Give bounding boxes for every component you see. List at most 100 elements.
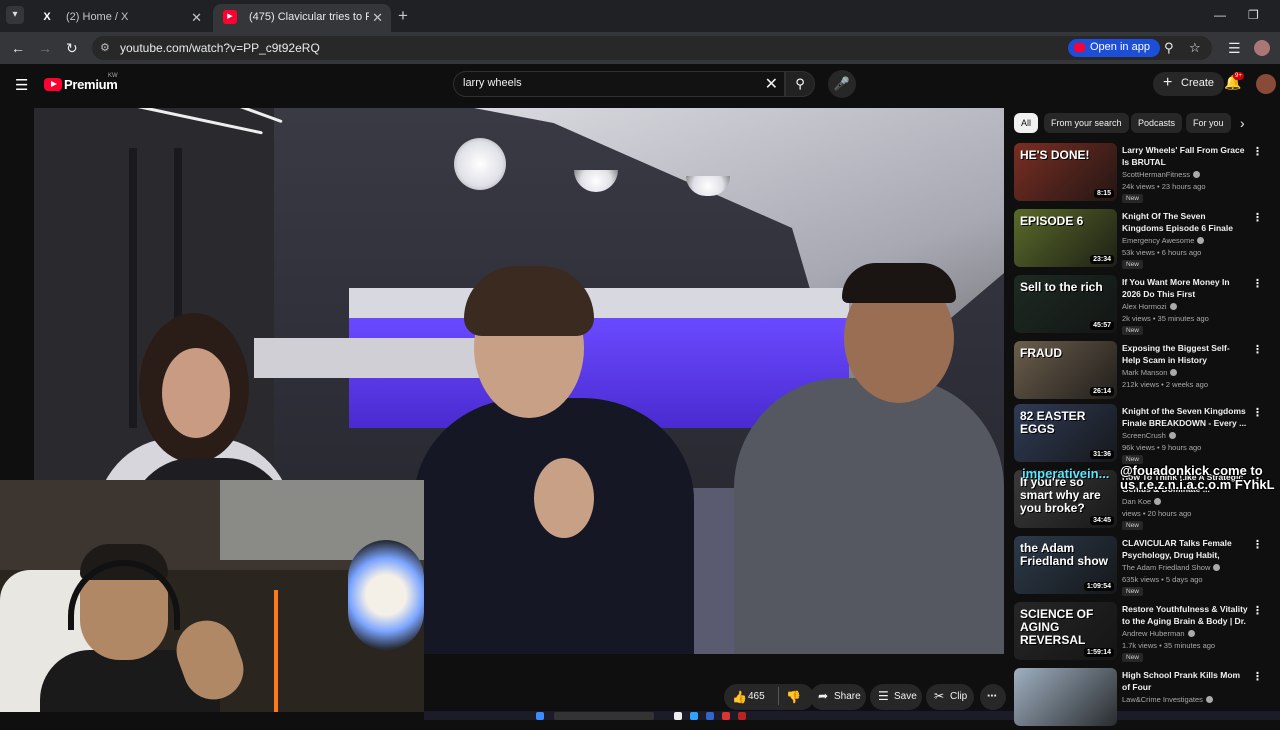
close-icon[interactable]: ✕	[191, 10, 202, 26]
channel-name[interactable]: Emergency Awesome	[1122, 236, 1205, 245]
recommendation-item[interactable]: High School Prank Kills Mom of Four Law&C…	[1014, 668, 1268, 730]
recommendation-item[interactable]: HE'S DONE! 8:15 Larry Wheels' Fall From Gr…	[1014, 143, 1268, 205]
video-thumbnail[interactable]: HE'S DONE! 8:15	[1014, 143, 1117, 201]
more-options-icon[interactable]: ⋮	[1252, 211, 1263, 224]
profile-avatar[interactable]	[1254, 40, 1270, 56]
tab-search-button[interactable]: ▾	[6, 6, 24, 24]
chip-all[interactable]: All	[1014, 113, 1039, 133]
thumbs-down-icon[interactable]: 👎	[786, 690, 801, 704]
video-thumbnail[interactable]: Sell to the rich 45:57	[1014, 275, 1117, 333]
verified-icon	[1154, 498, 1162, 505]
taskbar-search[interactable]	[554, 712, 654, 720]
channel-name[interactable]: Alex Hormozi	[1122, 302, 1177, 311]
video-title[interactable]: Knight Of The Seven Kingdoms Episode 6 F…	[1122, 210, 1248, 234]
channel-name[interactable]: ScreenCrush	[1122, 431, 1176, 440]
video-title[interactable]: CLAVICULAR Talks Female Psychology, Drug…	[1122, 537, 1248, 561]
video-meta: views • 20 hours ago	[1122, 509, 1192, 518]
taskbar-app-icon[interactable]	[674, 712, 682, 720]
video-duration: 31:36	[1090, 450, 1114, 459]
taskbar-app-icon[interactable]	[722, 712, 730, 720]
recommendation-item[interactable]: EPISODE 6 23:34 Knight Of The Seven Kingdo…	[1014, 209, 1268, 271]
channel-name[interactable]: Dan Koe	[1122, 497, 1162, 506]
chip-podcasts[interactable]: Podcasts	[1131, 113, 1183, 133]
reload-icon[interactable]: ↻	[66, 40, 78, 57]
video-thumbnail[interactable]: EPISODE 6 23:34	[1014, 209, 1117, 267]
search-icon: ⚲	[795, 76, 805, 91]
video-person-face	[162, 348, 230, 438]
clip-button[interactable]: ✂ Clip	[926, 684, 974, 710]
video-title[interactable]: Exposing the Biggest Self-Help Scam in H…	[1122, 342, 1248, 366]
new-tab-button[interactable]: +	[398, 6, 408, 26]
search-input[interactable]	[463, 77, 753, 89]
video-person-hair	[842, 263, 956, 303]
video-thumbnail[interactable]	[1014, 668, 1117, 726]
channel-name[interactable]: Andrew Huberman	[1122, 629, 1195, 638]
youtube-brand[interactable]: Premium	[64, 77, 118, 92]
thumbs-up-icon[interactable]: 👍	[732, 690, 747, 704]
video-title[interactable]: Knight of the Seven Kingdoms Finale BREA…	[1122, 405, 1248, 429]
taskbar-app-icon[interactable]	[706, 712, 714, 720]
video-title[interactable]: Larry Wheels' Fall From Grace Is BRUTAL	[1122, 144, 1248, 168]
channel-name[interactable]: Law&Crime Investigates	[1122, 695, 1213, 704]
voice-search-button[interactable]: 🎤	[828, 70, 856, 98]
minimize-button[interactable]: —	[1214, 8, 1226, 22]
media-controls-icon[interactable]: ☰	[1228, 40, 1241, 57]
recommendation-item[interactable]: SCIENCE OF AGING REVERSAL 1:59:14 Restore …	[1014, 602, 1268, 664]
bookmark-star-icon[interactable]: ☆	[1189, 40, 1201, 56]
tab-youtube-video[interactable]: ▶ (475) Clavicular tries to RED PILL ✕	[213, 4, 391, 32]
video-title[interactable]: High School Prank Kills Mom of Four	[1122, 669, 1248, 693]
video-meta: 1.7k views • 35 minutes ago	[1122, 641, 1216, 650]
site-info-icon[interactable]: ⚙	[100, 41, 110, 54]
chip-from-your-search[interactable]: From your search	[1044, 113, 1129, 133]
chat-overlay-message: @fouadonkick come to us r.e.z.n.i.a.c.o.…	[1120, 463, 1275, 492]
video-title[interactable]: If You Want More Money In 2026 Do This F…	[1122, 276, 1248, 300]
url-field[interactable]: ⚙ youtube.com/watch?v=PP_c9t92eRQ Open i…	[92, 36, 1212, 60]
taskbar-app-icon[interactable]	[738, 712, 746, 720]
more-options-icon[interactable]: ⋮	[1252, 277, 1263, 290]
more-options-icon[interactable]: ⋮	[1252, 670, 1263, 683]
zoom-icon[interactable]: ⚲	[1164, 40, 1174, 56]
search-box[interactable]: ✕	[453, 71, 785, 97]
channel-name[interactable]: The Adam Friedland Show	[1122, 563, 1221, 572]
verified-icon	[1213, 564, 1221, 571]
windows-start-icon[interactable]	[536, 712, 544, 720]
recommendation-item[interactable]: Sell to the rich 45:57 If You Want More Mo…	[1014, 275, 1268, 337]
forward-icon[interactable]: →	[38, 40, 52, 56]
channel-name[interactable]: Mark Manson	[1122, 368, 1178, 377]
more-actions-button[interactable]: ⋯	[980, 684, 1006, 710]
more-options-icon[interactable]: ⋮	[1252, 538, 1263, 551]
search-button[interactable]: ⚲	[785, 71, 815, 97]
chip-for-you[interactable]: For you	[1186, 113, 1231, 133]
url-text[interactable]: youtube.com/watch?v=PP_c9t92eRQ	[120, 41, 320, 55]
clear-search-icon[interactable]: ✕	[765, 74, 778, 94]
like-count[interactable]: 465	[748, 691, 765, 702]
recommendation-item[interactable]: 82 EASTER EGGS 31:36 Knight of the Seven K…	[1014, 404, 1268, 466]
video-title[interactable]: Restore Youthfulness & Vitality to the A…	[1122, 603, 1248, 627]
more-options-icon[interactable]: ⋮	[1252, 406, 1263, 419]
recommendation-item[interactable]: the Adam Friedland show 1:09:54 CLAVICULAR…	[1014, 536, 1268, 598]
account-avatar[interactable]	[1256, 74, 1276, 94]
create-button[interactable]: + Create	[1153, 72, 1225, 96]
more-options-icon[interactable]: ⋮	[1252, 343, 1263, 356]
tab-x-home[interactable]: X (2) Home / X ✕	[30, 4, 210, 32]
open-in-app-button[interactable]: Open in app	[1068, 39, 1160, 57]
video-meta: 24k views • 23 hours ago	[1122, 182, 1206, 191]
video-thumbnail[interactable]: the Adam Friedland show 1:09:54	[1014, 536, 1117, 594]
chevron-right-icon[interactable]: ›	[1240, 115, 1245, 131]
taskbar-app-icon[interactable]	[690, 712, 698, 720]
video-thumbnail[interactable]: SCIENCE OF AGING REVERSAL 1:59:14	[1014, 602, 1117, 660]
share-button[interactable]: ➦ Share	[810, 684, 866, 710]
video-thumbnail[interactable]: FRAUD 26:14	[1014, 341, 1117, 399]
video-thumbnail[interactable]: 82 EASTER EGGS 31:36	[1014, 404, 1117, 462]
channel-name[interactable]: ScottHermanFitness	[1122, 170, 1200, 179]
more-options-icon[interactable]: ⋮	[1252, 145, 1263, 158]
menu-icon[interactable]: ☰	[15, 76, 28, 94]
recommendation-item[interactable]: FRAUD 26:14 Exposing the Biggest Self-Help…	[1014, 341, 1268, 403]
more-options-icon[interactable]: ⋮	[1252, 604, 1263, 617]
restore-button[interactable]: ❐	[1248, 8, 1259, 22]
channel-name-text: Law&Crime Investigates	[1122, 695, 1203, 704]
youtube-logo-icon[interactable]	[44, 78, 62, 91]
back-icon[interactable]: ←	[11, 40, 25, 56]
close-icon[interactable]: ✕	[372, 10, 383, 26]
save-button[interactable]: ☰ Save	[870, 684, 922, 710]
